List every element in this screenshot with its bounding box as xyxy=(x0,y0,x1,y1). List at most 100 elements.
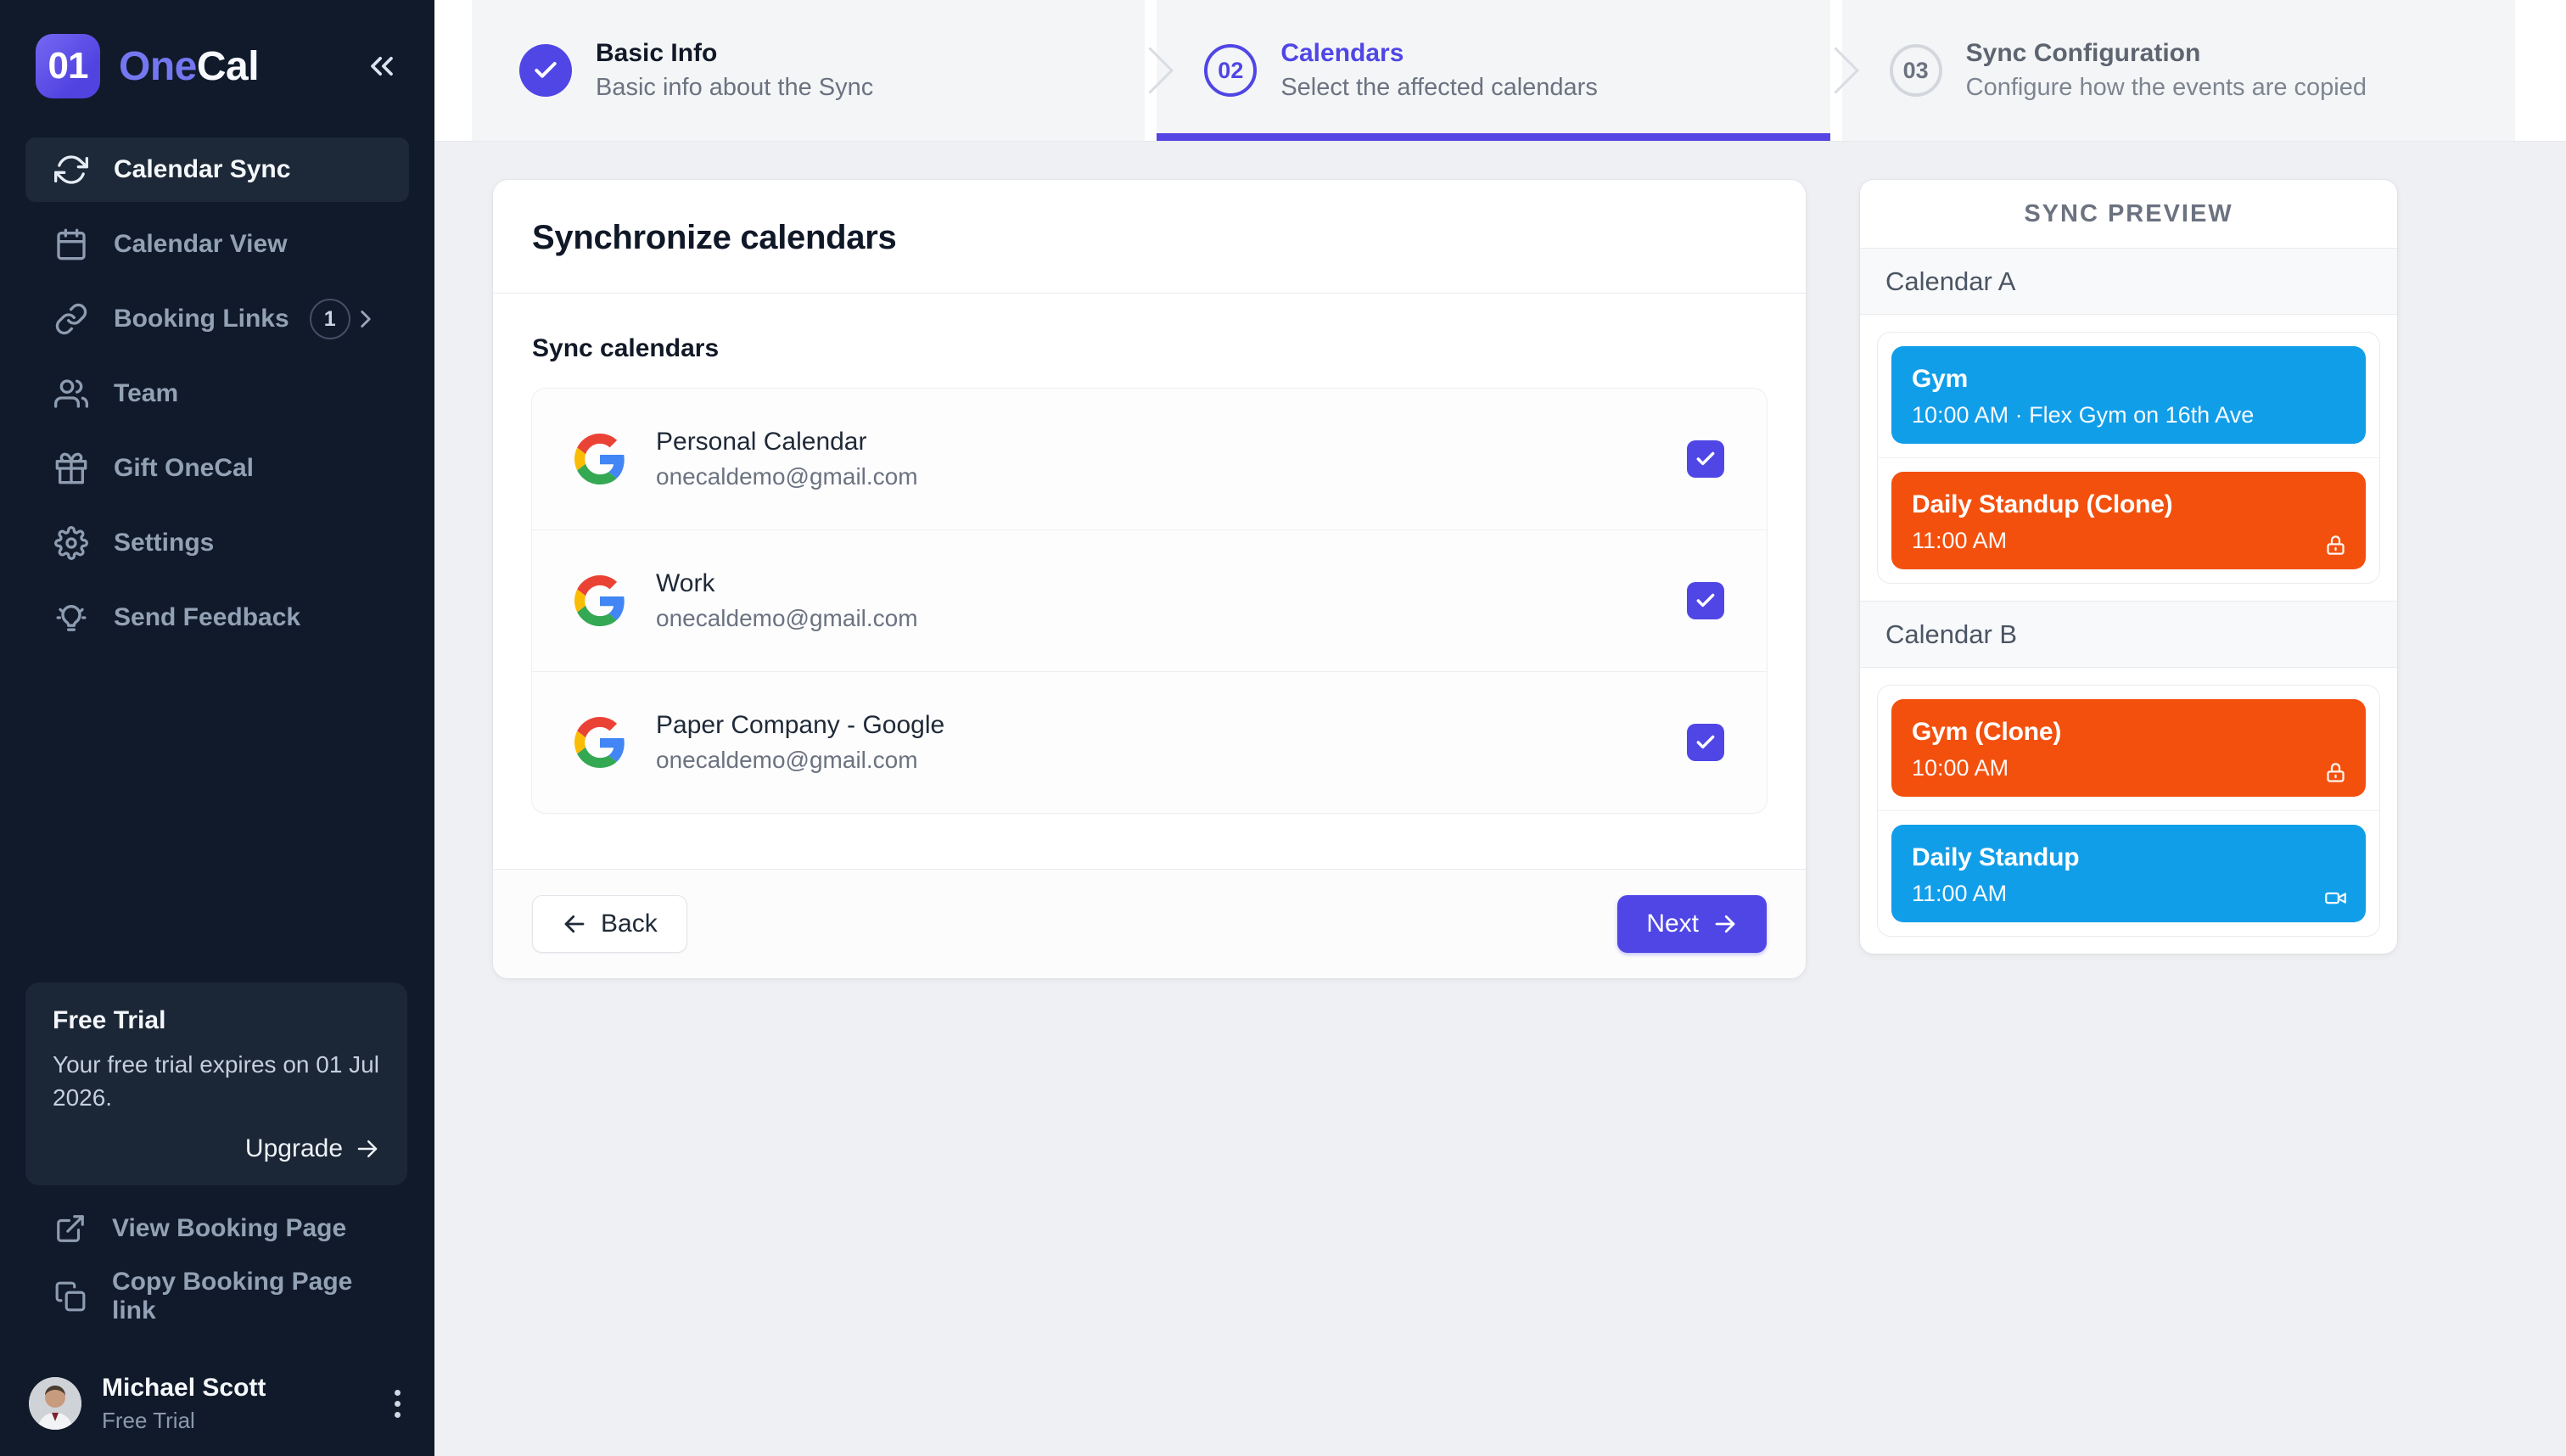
wizard-footer: Back Next xyxy=(493,869,1806,978)
calendar-row-paper-company[interactable]: Paper Company - Google onecaldemo@gmail.… xyxy=(532,671,1767,813)
user-name: Michael Scott xyxy=(102,1373,266,1402)
user-plan: Free Trial xyxy=(102,1407,195,1433)
event-daily-standup-clone: Daily Standup (Clone) 11:00 AM xyxy=(1891,472,2366,569)
step-title: Basic Info xyxy=(596,39,718,67)
step-sync-configuration[interactable]: 03 Sync Configuration Configure how the … xyxy=(1841,0,2515,141)
calendar-name: Paper Company - Google xyxy=(656,711,945,739)
free-trial-title: Free Trial xyxy=(53,1006,166,1034)
lock-icon xyxy=(2324,761,2347,784)
sidebar-item-calendar-sync[interactable]: Calendar Sync xyxy=(25,137,409,202)
copy-booking-page-link[interactable]: Copy Booking Page link xyxy=(25,1263,407,1330)
free-trial-body: Your free trial expires on 01 Jul 2026. xyxy=(53,1051,379,1111)
sidebar-item-label: Gift OneCal xyxy=(114,454,255,482)
side-link-label: View Booking Page xyxy=(112,1214,347,1242)
step-calendars[interactable]: 02 Calendars Select the affected calenda… xyxy=(1157,0,1830,141)
calendar-b-events: Gym (Clone) 10:00 AM Daily Standup 11:00… xyxy=(1877,685,2380,937)
step-subtitle: Basic info about the Sync xyxy=(596,74,874,101)
event-time: 11:00 AM xyxy=(1912,528,2008,553)
back-button[interactable]: Back xyxy=(532,895,687,953)
calendar-email: onecaldemo@gmail.com xyxy=(656,747,918,773)
step-basic-info[interactable]: Basic Info Basic info about the Sync xyxy=(472,0,1146,141)
step-number: 02 xyxy=(1204,44,1258,97)
calendar-a-header: Calendar A xyxy=(1860,249,2397,315)
external-link-icon xyxy=(54,1212,87,1245)
next-button[interactable]: Next xyxy=(1617,895,1767,953)
sidebar-item-label: Send Feedback xyxy=(114,603,301,631)
synchronize-calendars-card: Synchronize calendars Sync calendars Per… xyxy=(493,180,1806,978)
free-trial-card: Free Trial Your free trial expires on 01… xyxy=(25,983,407,1186)
event-title: Gym (Clone) xyxy=(1912,718,2062,746)
user-menu-kebab-icon[interactable] xyxy=(386,1381,409,1426)
sidebar-item-gift-onecal[interactable]: Gift OneCal xyxy=(25,436,409,501)
copy-icon xyxy=(54,1280,87,1313)
step-title: Calendars xyxy=(1280,39,1404,67)
gift-icon xyxy=(54,451,88,485)
user-meta: Michael Scott Free Trial xyxy=(102,1374,266,1434)
avatar xyxy=(29,1377,81,1430)
arrow-right-icon xyxy=(357,1140,378,1158)
app-window: 01 OneCal Calendar Sync Calendar View Bo… xyxy=(0,0,2566,1456)
lightbulb-icon xyxy=(54,601,88,635)
chevron-right-icon xyxy=(351,305,380,333)
sidebar-item-label: Booking Links xyxy=(114,305,289,333)
event-time: 10:00 AM xyxy=(1912,755,2009,781)
brand-row: 01 OneCal xyxy=(0,0,434,98)
sidebar-collapse-icon[interactable] xyxy=(363,48,401,85)
event-time: 11:00 AM xyxy=(1912,881,2008,906)
event-daily-standup: Daily Standup 11:00 AM xyxy=(1891,825,2366,922)
wizard-stepper: Basic Info Basic info about the Sync 02 … xyxy=(434,0,2566,142)
event-gym: Gym 10:00 AM · Flex Gym on 16th Ave xyxy=(1891,346,2366,444)
calendar-row-personal[interactable]: Personal Calendar onecaldemo@gmail.com xyxy=(532,389,1767,529)
google-logo-icon xyxy=(574,575,625,626)
event-gym-clone: Gym (Clone) 10:00 AM xyxy=(1891,699,2366,797)
calendar-name: Work xyxy=(656,569,715,597)
sync-icon xyxy=(54,153,88,187)
sync-preview-panel: SYNC PREVIEW Calendar A Gym 10:00 AM · F… xyxy=(1860,180,2397,954)
upgrade-link[interactable]: Upgrade xyxy=(53,1134,380,1163)
link-icon xyxy=(54,302,88,336)
step-check-icon xyxy=(519,44,572,97)
calendar-a-events: Gym 10:00 AM · Flex Gym on 16th Ave Dail… xyxy=(1877,332,2380,584)
sidebar-item-calendar-view[interactable]: Calendar View xyxy=(25,212,409,277)
sidebar-item-send-feedback[interactable]: Send Feedback xyxy=(25,585,409,650)
calendar-name: Personal Calendar xyxy=(656,428,867,456)
step-number: 03 xyxy=(1889,44,1942,97)
page-title: Synchronize calendars xyxy=(532,219,897,256)
sidebar-item-label: Team xyxy=(114,379,179,407)
side-link-label: Copy Booking Page link xyxy=(112,1268,353,1324)
google-logo-icon xyxy=(574,717,625,768)
sidebar-item-booking-links[interactable]: Booking Links 1 xyxy=(25,287,409,351)
view-booking-page-link[interactable]: View Booking Page xyxy=(25,1195,407,1263)
arrow-right-icon xyxy=(1715,915,1735,933)
sidebar-footer-links: View Booking Page Copy Booking Page link xyxy=(25,1195,407,1330)
step-title: Sync Configuration xyxy=(1965,39,2201,67)
calendar-checkbox[interactable] xyxy=(1687,582,1724,619)
sync-calendars-label: Sync calendars xyxy=(532,334,720,362)
calendar-email: onecaldemo@gmail.com xyxy=(656,463,918,490)
sidebar-nav: Calendar Sync Calendar View Booking Link… xyxy=(0,137,434,650)
calendar-list: Personal Calendar onecaldemo@gmail.com W… xyxy=(532,389,1767,813)
step-subtitle: Select the affected calendars xyxy=(1280,74,1598,101)
calendar-icon xyxy=(54,227,88,261)
video-icon xyxy=(2324,887,2347,910)
sidebar-item-settings[interactable]: Settings xyxy=(25,511,409,575)
users-icon xyxy=(54,377,88,411)
calendar-b-header: Calendar B xyxy=(1860,601,2397,668)
brand-wordmark: OneCal xyxy=(119,43,260,89)
event-title: Daily Standup (Clone) xyxy=(1912,490,2173,518)
sidebar-item-team[interactable]: Team xyxy=(25,361,409,426)
calendar-row-work[interactable]: Work onecaldemo@gmail.com xyxy=(532,529,1767,671)
lock-icon xyxy=(2324,534,2347,557)
arrow-left-icon xyxy=(564,915,585,933)
google-logo-icon xyxy=(574,434,625,484)
calendar-checkbox[interactable] xyxy=(1687,724,1724,761)
sidebar-item-label: Calendar View xyxy=(114,230,288,258)
calendar-email: onecaldemo@gmail.com xyxy=(656,605,918,631)
gear-icon xyxy=(54,526,88,560)
user-row[interactable]: Michael Scott Free Trial xyxy=(25,1363,412,1444)
onecal-logo: 01 xyxy=(36,34,100,98)
event-title: Daily Standup xyxy=(1912,843,2080,871)
event-time: 10:00 AM · Flex Gym on 16th Ave xyxy=(1912,402,2255,428)
step-subtitle: Configure how the events are copied xyxy=(1965,74,2367,101)
calendar-checkbox[interactable] xyxy=(1687,440,1724,478)
